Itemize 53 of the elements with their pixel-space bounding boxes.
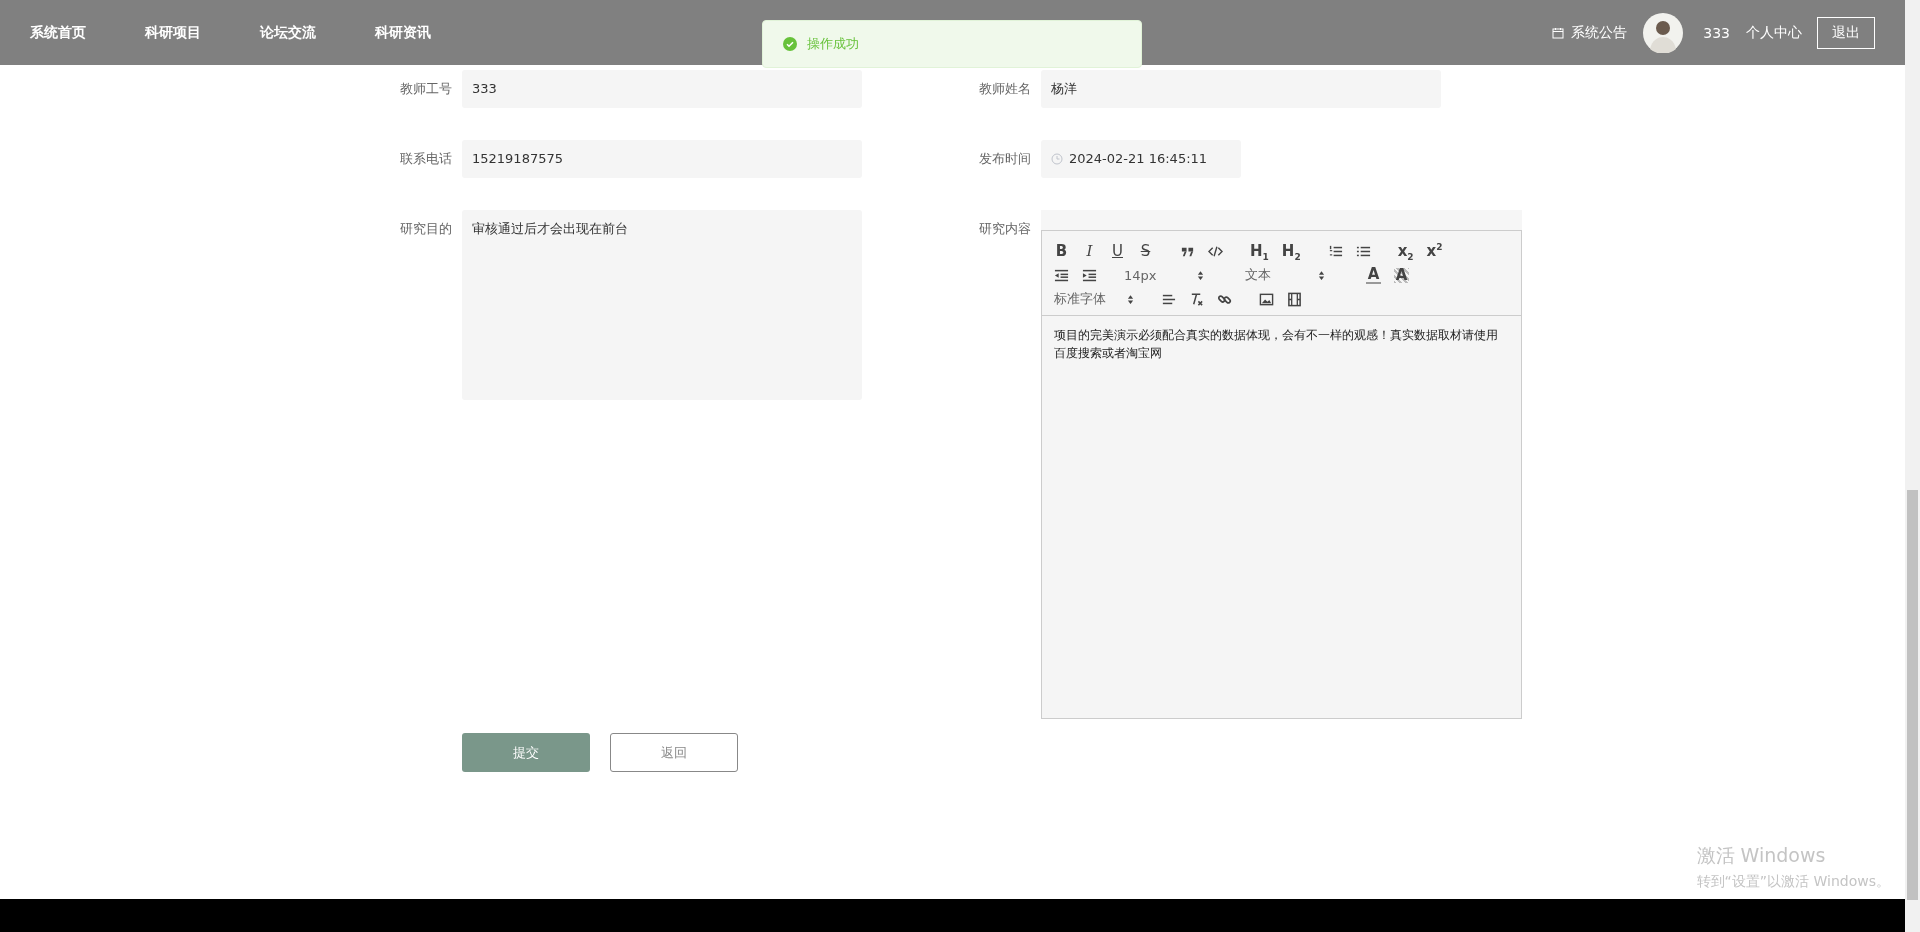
- format-button[interactable]: x$^{2}$: [1426, 241, 1443, 261]
- text-area[interactable]: 审核通过后才会出现在前台: [462, 210, 862, 400]
- field-label: 研究内容: [978, 220, 1032, 238]
- logout-button[interactable]: 退出: [1817, 16, 1875, 49]
- updown-caret-icon: [1127, 293, 1134, 305]
- clock-icon: [1051, 153, 1063, 165]
- format-button[interactable]: H$_{1}$: [1250, 241, 1269, 261]
- updown-caret-icon: [1197, 269, 1204, 281]
- clear-format-icon[interactable]: [1189, 291, 1204, 307]
- field-label: 研究目的: [399, 220, 453, 238]
- input-field[interactable]: 333: [462, 70, 862, 108]
- success-icon: [783, 37, 797, 51]
- scrollbar[interactable]: [1905, 0, 1920, 932]
- toolbar-select[interactable]: 文本: [1245, 266, 1325, 284]
- calendar-icon: [1552, 26, 1565, 39]
- numbered-list-icon[interactable]: [1327, 243, 1343, 259]
- format-button[interactable]: H$_{2}$: [1281, 241, 1301, 261]
- date-field[interactable]: 2024-02-21 16:45:11: [1041, 140, 1241, 178]
- field-label: 教师姓名: [978, 80, 1032, 98]
- date-value: 2024-02-21 16:45:11: [1069, 150, 1208, 168]
- username: 333: [1703, 24, 1730, 41]
- profile-link[interactable]: 个人中心: [1746, 23, 1802, 42]
- updown-caret-icon: [1318, 269, 1325, 281]
- format-button[interactable]: I: [1082, 241, 1097, 261]
- toolbar-select[interactable]: 标准字体: [1054, 290, 1134, 308]
- field-label: 教师工号: [399, 80, 453, 98]
- editor-content[interactable]: 项目的完美演示必须配合真实的数据体现，会有不一样的观感！真实数据取材请使用百度搜索或者淘宝网: [1042, 316, 1521, 372]
- format-button[interactable]: B: [1054, 241, 1069, 261]
- nav-link[interactable]: 论坛交流: [260, 23, 316, 42]
- format-button[interactable]: S: [1138, 241, 1153, 261]
- indent-icon[interactable]: [1082, 267, 1097, 283]
- image-icon[interactable]: [1259, 291, 1274, 307]
- activation-title: 激活 Windows: [1696, 843, 1827, 868]
- back-button[interactable]: 返回: [610, 733, 738, 772]
- nav-link[interactable]: 系统首页: [30, 23, 86, 42]
- nav-link[interactable]: 科研项目: [145, 23, 201, 42]
- outdent-icon[interactable]: [1054, 267, 1069, 283]
- input-field[interactable]: 15219187575: [462, 140, 862, 178]
- notice-link[interactable]: 系统公告: [1571, 23, 1628, 42]
- toolbar-select[interactable]: 14px: [1124, 267, 1204, 283]
- field-label: 发布时间: [978, 150, 1032, 168]
- input-field[interactable]: 杨洋: [1041, 70, 1441, 108]
- format-button[interactable]: A: [1366, 266, 1381, 284]
- field-label: 联系电话: [399, 150, 453, 168]
- scrollbar-thumb[interactable]: [1907, 490, 1918, 900]
- activation-hint: 转到“设置”以激活 Windows。: [1696, 873, 1890, 891]
- nav-link[interactable]: 科研资讯: [375, 23, 431, 42]
- avatar[interactable]: [1643, 12, 1684, 53]
- video-icon[interactable]: [1287, 291, 1302, 307]
- format-button[interactable]: x$_{2}$: [1397, 241, 1414, 261]
- format-button[interactable]: U: [1110, 241, 1125, 261]
- format-button[interactable]: A: [1394, 267, 1409, 283]
- toast-message: 操作成功: [807, 35, 859, 53]
